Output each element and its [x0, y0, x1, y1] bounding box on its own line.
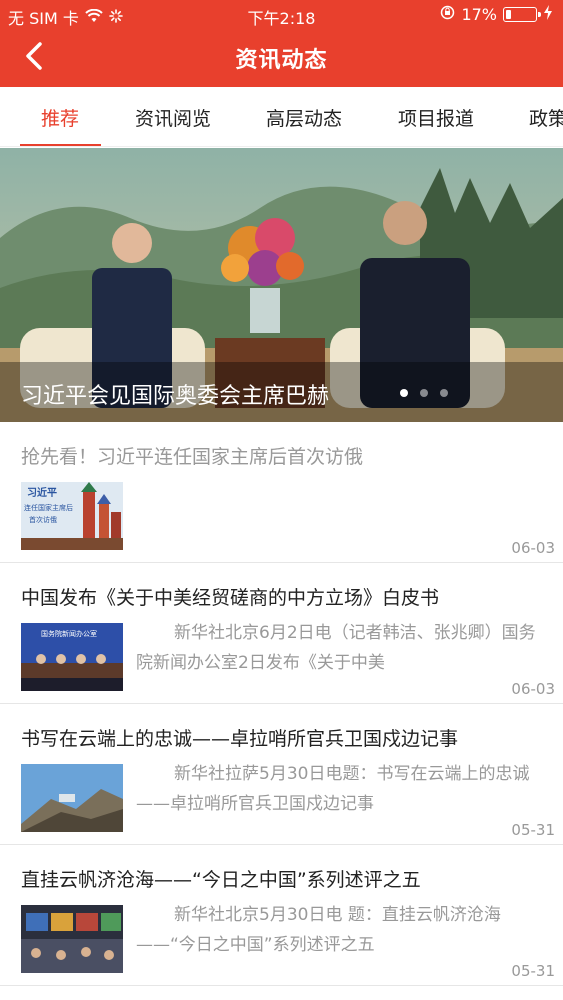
status-bar: 无 SIM 卡 下午2:18 17% — [0, 0, 563, 30]
banner-carousel[interactable]: 习近平会见国际奥委会主席巴赫 — [0, 148, 563, 422]
news-headline: 直挂云帆济沧海——“今日之中国”系列述评之五 — [21, 869, 421, 891]
news-thumbnail — [21, 905, 123, 973]
battery-icon — [503, 7, 541, 22]
carousel-dot[interactable] — [400, 389, 408, 397]
page-title: 资讯动态 — [235, 48, 328, 73]
carousel-indicator — [400, 389, 448, 397]
carousel-dot[interactable] — [420, 389, 428, 397]
banner-caption: 习近平会见国际奥委会主席巴赫 — [0, 362, 563, 422]
charging-icon — [543, 5, 553, 24]
svg-text:连任国家主席后: 连任国家主席后 — [24, 503, 73, 512]
news-date: 06-03 — [511, 539, 555, 557]
news-headline: 书写在云端上的忠诚——卓拉哨所官兵卫国戍边记事 — [21, 728, 459, 750]
news-summary: 新华社北京5月30日电 题：直挂云帆济沧海——“今日之中国”系列述评之五 — [136, 905, 501, 955]
news-headline: 中国发布《关于中美经贸磋商的中方立场》白皮书 — [21, 587, 440, 609]
news-thumbnail — [21, 764, 123, 832]
news-headline: 抢先看！习近平连任国家主席后首次访俄 — [21, 446, 364, 468]
tab-policy[interactable]: 政策 — [529, 104, 563, 131]
news-item[interactable]: 抢先看！习近平连任国家主席后首次访俄 习近平 连任国家主席后 首次访俄 06-0… — [0, 422, 563, 563]
svg-text:习近平: 习近平 — [27, 486, 57, 499]
tab-leadership[interactable]: 高层动态 — [266, 104, 342, 131]
orientation-lock-icon — [440, 5, 455, 24]
news-item[interactable]: 书写在云端上的忠诚——卓拉哨所官兵卫国戍边记事 新华社拉萨5月30日电题：书写在… — [0, 704, 563, 845]
title-bar: 资讯动态 — [0, 30, 563, 87]
svg-text:国务院新闻办公室: 国务院新闻办公室 — [41, 629, 97, 638]
news-thumbnail: 习近平 连任国家主席后 首次访俄 — [21, 482, 123, 550]
tab-project-reports[interactable]: 项目报道 — [398, 104, 474, 131]
battery-percent: 17% — [461, 5, 497, 24]
news-summary: 新华社拉萨5月30日电题：书写在云端上的忠诚——卓拉哨所官兵卫国戍边记事 — [136, 764, 530, 814]
news-item[interactable]: 直挂云帆济沧海——“今日之中国”系列述评之五 新华社北京5月30日电 题：直挂云… — [0, 845, 563, 986]
news-thumbnail: 国务院新闻办公室 — [21, 623, 123, 691]
category-tabs: 推荐 资讯阅览 高层动态 项目报道 政策 — [0, 87, 563, 147]
carousel-dot[interactable] — [440, 389, 448, 397]
news-item[interactable]: 中国发布《关于中美经贸磋商的中方立场》白皮书 国务院新闻办公室 新华社北京6月2… — [0, 563, 563, 704]
news-date: 05-31 — [511, 821, 555, 839]
news-date: 06-03 — [511, 680, 555, 698]
tab-indicator — [20, 144, 101, 146]
news-date: 05-31 — [511, 962, 555, 980]
banner-title: 习近平会见国际奥委会主席巴赫 — [21, 384, 330, 409]
tab-recommend[interactable]: 推荐 — [41, 104, 79, 131]
news-summary: 新华社北京6月2日电（记者韩洁、张兆卿）国务院新闻办公室2日发布《关于中美 — [136, 623, 536, 673]
app-header: 无 SIM 卡 下午2:18 17% 资讯动态 — [0, 0, 563, 87]
tab-news-browse[interactable]: 资讯阅览 — [135, 104, 211, 131]
svg-text:首次访俄: 首次访俄 — [29, 515, 57, 524]
